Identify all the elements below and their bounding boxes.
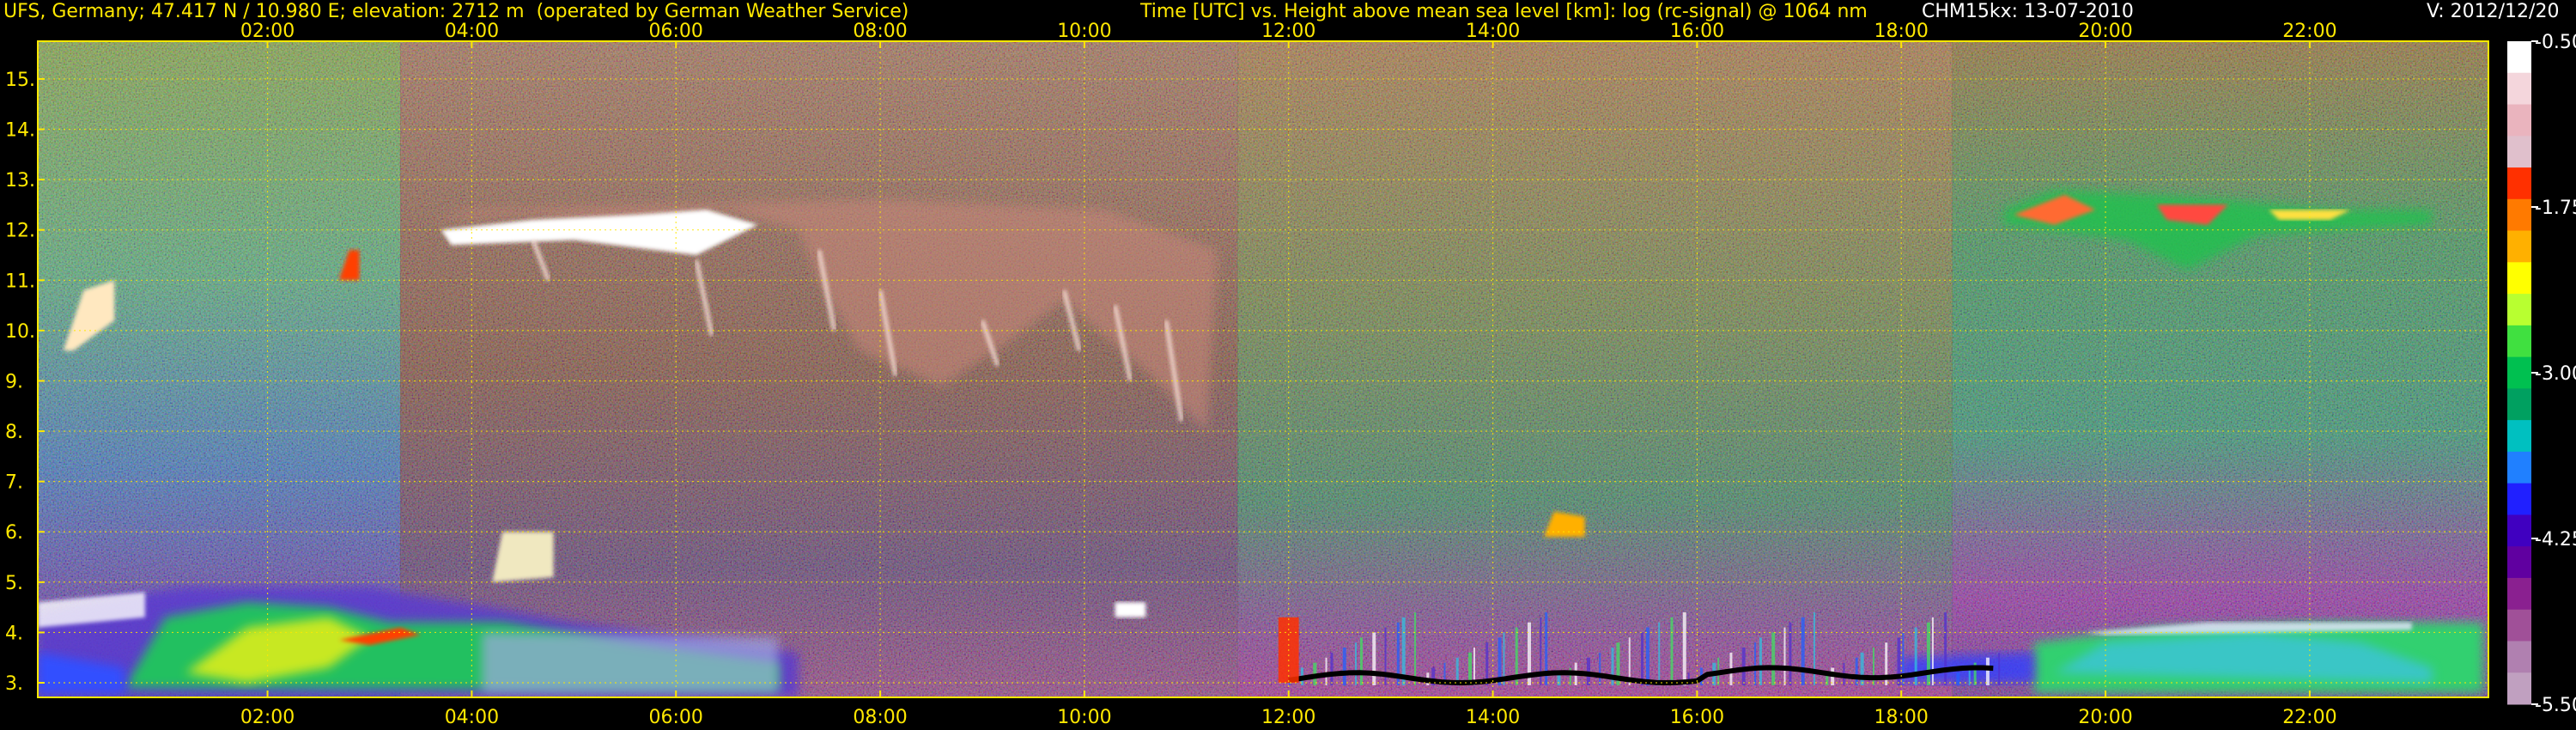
colorbar-swatch xyxy=(2507,483,2531,515)
colorbar-swatch xyxy=(2507,198,2531,232)
x-tick-label-bottom: 18:00 xyxy=(1874,707,1929,728)
x-tick-label-bottom: 06:00 xyxy=(649,707,703,728)
x-tick-label-top: 06:00 xyxy=(649,21,703,42)
x-tick-label-top: 10:00 xyxy=(1057,21,1111,42)
cloud-streak xyxy=(1860,652,1864,685)
x-tick-label-top: 22:00 xyxy=(2282,21,2336,42)
colorbar-tick-label: -3.00 xyxy=(2535,363,2576,385)
y-tick-label: 9. xyxy=(5,371,23,392)
cloud-streak xyxy=(1342,647,1346,685)
cloud-streak xyxy=(1783,627,1786,685)
x-tick-label-top: 20:00 xyxy=(2078,21,2132,42)
cloud-streak xyxy=(1855,657,1858,685)
colorbar-tick-label: -0.50 xyxy=(2535,32,2576,53)
cloud-streak xyxy=(1640,632,1643,685)
cloud-streak xyxy=(1944,611,1947,685)
y-tick-label: 3. xyxy=(5,673,23,695)
cloud-streak xyxy=(1372,632,1376,685)
colorbar-swatch xyxy=(2507,136,2531,168)
mid-cloud xyxy=(492,532,554,582)
colorbar-swatch xyxy=(2507,546,2531,579)
colorbar-swatch xyxy=(2507,514,2531,547)
x-tick-label-top: 08:00 xyxy=(853,21,907,42)
y-tick-label: 15. xyxy=(5,70,35,91)
colorbar-swatch xyxy=(2507,356,2531,389)
x-tick-label-top: 18:00 xyxy=(1874,21,1929,42)
cloud-streak xyxy=(1359,637,1363,685)
cloud-streak xyxy=(1741,647,1746,685)
cloud-streak xyxy=(1759,637,1762,685)
cloud-streak xyxy=(1682,611,1686,685)
colorbar-swatch xyxy=(2507,294,2531,326)
cloud-streak xyxy=(1801,617,1805,685)
cloud-streak xyxy=(1813,611,1815,685)
x-tick-label-bottom: 08:00 xyxy=(853,707,907,728)
x-tick-label-bottom: 16:00 xyxy=(1670,707,1724,728)
colorbar-swatch xyxy=(2507,388,2531,421)
lidar-chart: 02:00 02:00 04:00 04:00 06:00 06:00 08:00 08:00… xyxy=(5,21,2576,728)
y-tick-label: 10. xyxy=(5,321,35,343)
cloud-streak xyxy=(1473,647,1475,685)
colorbar-tick-label: -1.75 xyxy=(2535,198,2576,219)
x-tick-label-top: 04:00 xyxy=(445,21,499,42)
colorbar-swatch xyxy=(2507,325,2531,358)
cloud-streak xyxy=(1985,657,1990,685)
colorbar-swatch xyxy=(2507,641,2531,673)
plot-area: 02:00 02:00 04:00 04:00 06:00 06:00 08:00 08:00… xyxy=(5,21,2489,728)
colorbar-tick-label: -5.50 xyxy=(2535,695,2576,716)
y-tick-label: 13. xyxy=(5,170,35,192)
cloud-streak xyxy=(1998,652,2001,685)
cloud-streak xyxy=(1931,617,1934,685)
colorbar: -0.50 -1.75 -3.00 -4.25 -5.50 xyxy=(2507,32,2576,716)
colorbar-swatch xyxy=(2507,609,2531,642)
colorbar-swatch xyxy=(2507,262,2531,295)
cloud-streak xyxy=(1670,617,1674,685)
cloud-streak xyxy=(1325,657,1327,685)
cloud-streak xyxy=(1413,611,1416,685)
x-tick-label-bottom: 10:00 xyxy=(1057,707,1111,728)
cloud-streak xyxy=(1771,632,1776,685)
cloud-streak xyxy=(1645,627,1649,685)
x-tick-label-top: 16:00 xyxy=(1670,21,1724,42)
x-tick-label-bottom: 22:00 xyxy=(2282,707,2336,728)
x-tick-label-bottom: 14:00 xyxy=(1466,707,1520,728)
colorbar-swatch xyxy=(2507,230,2531,263)
y-tick-label: 6. xyxy=(5,522,23,544)
cloud-streak xyxy=(1926,622,1930,685)
y-tick-label: 11. xyxy=(5,271,35,292)
x-tick-label-top: 14:00 xyxy=(1466,21,1520,42)
x-tick-label-bottom: 12:00 xyxy=(1261,707,1315,728)
cloud-streak xyxy=(1355,642,1358,685)
colorbar-swatch xyxy=(2507,577,2531,611)
cloud-streak xyxy=(1753,642,1756,685)
colorbar-swatch xyxy=(2507,167,2531,200)
cloud-streak xyxy=(1789,622,1792,685)
y-tick-label: 7. xyxy=(5,472,23,494)
cloud-streak xyxy=(1956,672,1960,685)
cloud-streak xyxy=(1599,652,1601,685)
colorbar-swatch xyxy=(2507,41,2531,74)
y-tick-label: 12. xyxy=(5,221,35,242)
aerosol-layer xyxy=(482,632,779,693)
x-tick-label-top: 02:00 xyxy=(240,21,295,42)
colorbar-swatch xyxy=(2507,104,2531,137)
x-tick-label-bottom: 04:00 xyxy=(445,707,499,728)
y-tick-label: 4. xyxy=(5,623,23,644)
cloud-streak xyxy=(1330,652,1334,685)
colorbar-swatch xyxy=(2507,672,2531,705)
x-tick-label-bottom: 02:00 xyxy=(240,707,295,728)
y-tick-label: 14. xyxy=(5,120,35,142)
colorbar-swatch xyxy=(2507,72,2531,106)
mid-cloud xyxy=(1115,602,1146,617)
cloud-streak xyxy=(1658,622,1661,685)
y-tick-label: 5. xyxy=(5,573,23,594)
x-tick-label-bottom: 20:00 xyxy=(2078,707,2132,728)
colorbar-swatch xyxy=(2507,420,2531,453)
colorbar-swatch xyxy=(2507,451,2531,484)
x-tick-label-top: 12:00 xyxy=(1261,21,1315,42)
y-tick-label: 8. xyxy=(5,422,23,443)
colorbar-tick-label: -4.25 xyxy=(2535,529,2576,551)
